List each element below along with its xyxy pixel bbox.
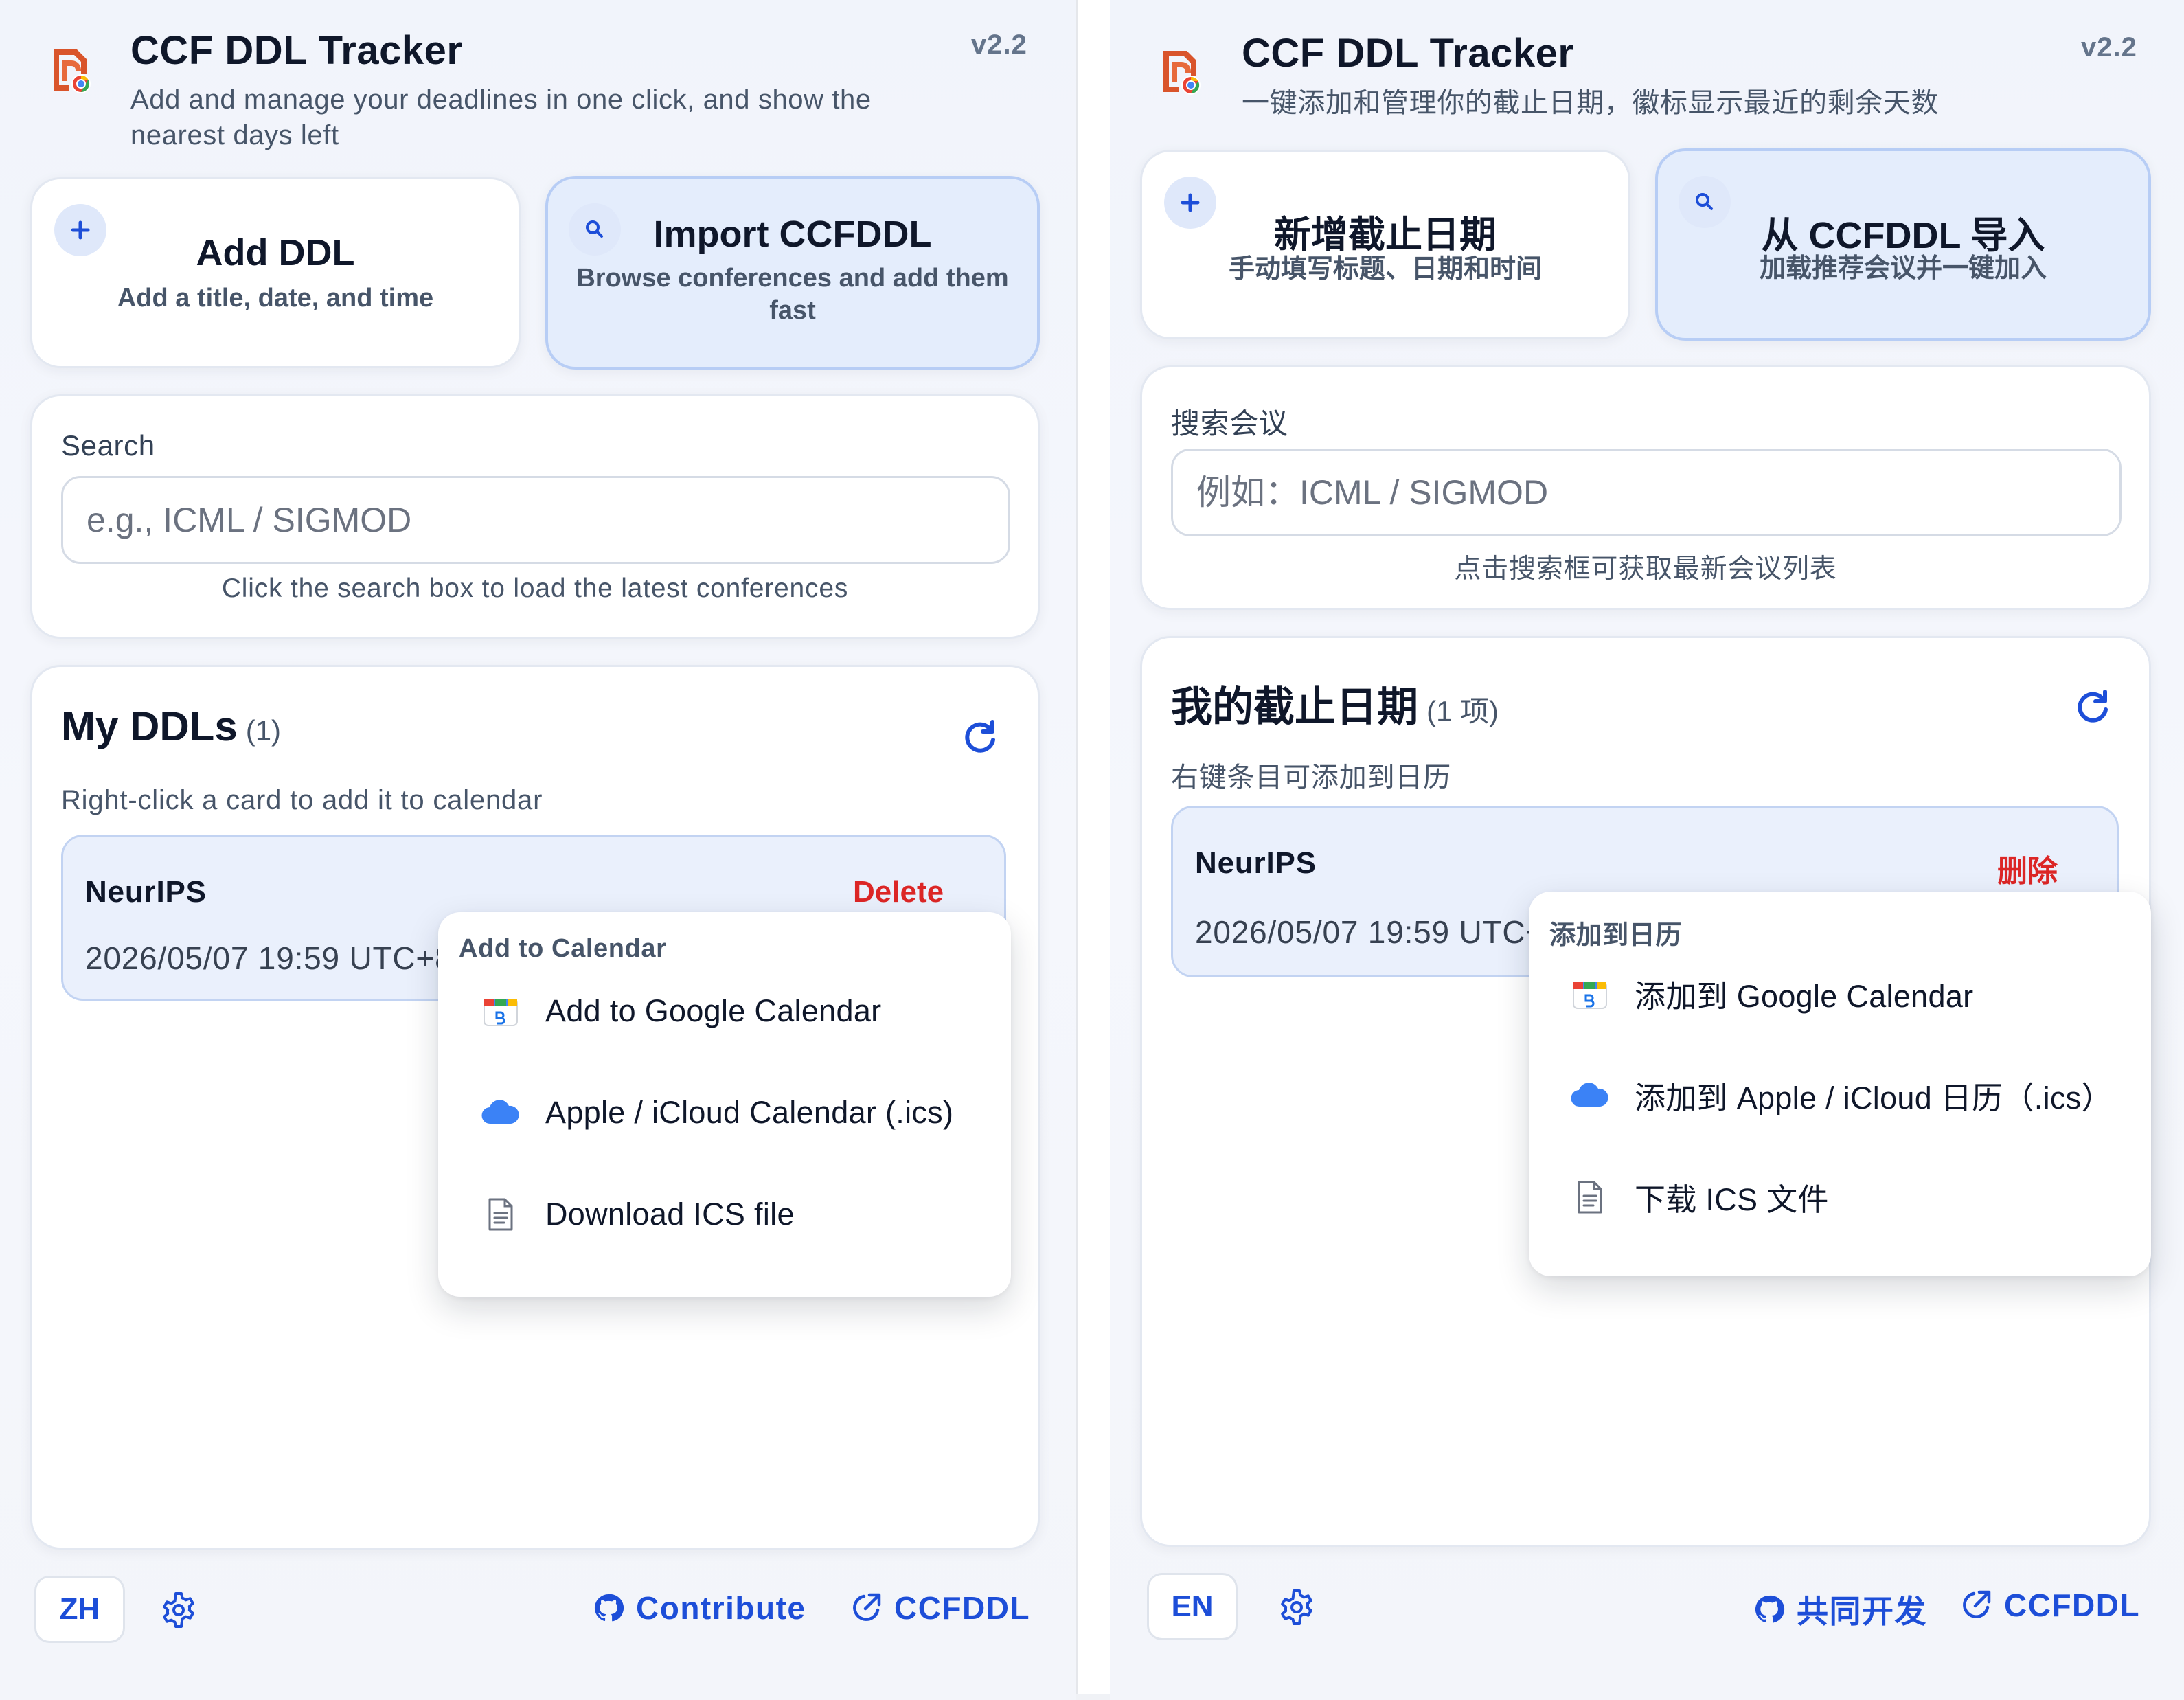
search-label: Search — [61, 429, 155, 462]
gear-icon[interactable] — [1276, 1587, 1317, 1628]
version-label: v2.2 — [971, 30, 1027, 60]
add-ddl-title: Add DDL — [196, 232, 355, 273]
delete-button[interactable]: Delete — [853, 875, 944, 909]
add-ddl-button[interactable]: Add DDL Add a title, date, and time — [30, 177, 521, 368]
icloud-calendar-label: Apple / iCloud Calendar (.ics) — [545, 1095, 954, 1130]
ddl-date: 2026/05/07 19:59 UTC+8 — [1195, 914, 1563, 950]
app-logo-icon — [1163, 51, 1201, 95]
github-icon — [1755, 1595, 1785, 1623]
ddl-list-hint: Right-click a card to add it to calendar — [61, 785, 543, 815]
search-hint: Click the search box to load the latest … — [221, 574, 849, 603]
icloud-icon — [479, 1093, 522, 1132]
external-link-icon — [1963, 1590, 1991, 1618]
ddl-name: NeurIPS — [85, 875, 207, 909]
ccfddl-label: CCFDDL — [894, 1590, 1031, 1626]
icloud-icon — [1569, 1076, 1611, 1115]
add-ddl-desc: Add a title, date, and time — [117, 284, 434, 313]
gear-icon[interactable] — [158, 1589, 199, 1631]
google-calendar-label: Add to Google Calendar — [545, 993, 882, 1028]
contribute-label: 共同开发 — [1797, 1594, 1927, 1629]
contribute-label: Contribute — [636, 1590, 806, 1626]
language-toggle-button[interactable]: EN — [1147, 1573, 1238, 1640]
ccfddl-label: CCFDDL — [2004, 1587, 2141, 1623]
calendar-context-menu: Add to Calendar Add to Google Calendar A… — [438, 912, 1011, 1297]
download-ics-file[interactable]: Download ICS file — [479, 1195, 795, 1234]
import-ccfddl-button[interactable]: 从 CCFDDL 导入 加载推荐会议并一键加入 — [1655, 148, 2151, 341]
ddl-list-hint: 右键条目可添加到日历 — [1171, 762, 1451, 793]
google-calendar-icon — [479, 992, 522, 1030]
ddl-list-title: My DDLs (1) — [61, 703, 282, 749]
github-icon — [594, 1594, 624, 1622]
app-title: CCF DDL Tracker — [130, 28, 463, 73]
ddl-list-title: 我的截止日期 (1 项) — [1171, 684, 1499, 730]
ccfddl-link[interactable]: CCFDDL — [1959, 1587, 2140, 1624]
panel-divider — [1076, 0, 1110, 1700]
app-logo-icon — [54, 49, 91, 93]
refresh-icon[interactable] — [2072, 686, 2113, 727]
import-ccfddl-desc: 加载推荐会议并一键加入 — [1759, 254, 2047, 283]
import-ccfddl-button[interactable]: Import CCFDDL Browse conferences and add… — [545, 176, 1040, 370]
search-input-box[interactable] — [61, 476, 1010, 564]
search-label: 搜索会议 — [1171, 407, 1288, 440]
add-to-google-calendar[interactable]: 添加到 Google Calendar — [1569, 971, 1973, 1016]
ccfddl-link[interactable]: CCFDDL — [849, 1589, 1030, 1627]
import-ccfddl-desc: Browse conferences and add them fast — [576, 264, 1009, 325]
search-input[interactable] — [1196, 473, 2119, 512]
ddl-count: (1) — [245, 714, 282, 747]
language-toggle-button[interactable]: ZH — [34, 1576, 125, 1643]
search-input[interactable] — [87, 500, 1008, 540]
google-calendar-label: 添加到 Google Calendar — [1635, 979, 1974, 1014]
version-label: v2.2 — [2081, 32, 2137, 63]
add-ddl-desc: 手动填写标题、日期和时间 — [1228, 255, 1542, 284]
context-menu-header: 添加到日历 — [1549, 921, 1683, 950]
search-card: 搜索会议 点击搜索框可获取最新会议列表 — [1140, 365, 2151, 610]
document-icon — [1569, 1178, 1611, 1216]
import-ccfddl-title: Import CCFDDL — [653, 214, 932, 255]
add-to-apple-icloud-calendar[interactable]: Apple / iCloud Calendar (.ics) — [479, 1093, 953, 1132]
download-ics-label: Download ICS file — [545, 1197, 795, 1232]
refresh-icon[interactable] — [959, 716, 1001, 758]
context-menu-header: Add to Calendar — [459, 934, 667, 963]
icloud-calendar-label: 添加到 Apple / iCloud 日历（.ics） — [1635, 1080, 2113, 1115]
add-ddl-button[interactable]: 新增截止日期 手动填写标题、日期和时间 — [1140, 150, 1630, 339]
search-hint: 点击搜索框可获取最新会议列表 — [1454, 554, 1837, 584]
calendar-context-menu: 添加到日历 添加到 Google Calendar 添加到 Apple / iC… — [1529, 892, 2151, 1276]
ddl-date: 2026/05/07 19:59 UTC+8 — [85, 940, 453, 976]
delete-button[interactable]: 删除 — [1997, 846, 2058, 890]
contribute-link[interactable]: Contribute — [592, 1589, 806, 1627]
ddl-count: (1 项) — [1426, 695, 1499, 727]
ddl-name: NeurIPS — [1195, 846, 1317, 880]
app-subtitle: 一键添加和管理你的截止日期，徽标显示最近的剩余天数 — [1242, 88, 1939, 118]
add-to-google-calendar[interactable]: Add to Google Calendar — [479, 992, 881, 1030]
import-ccfddl-title: 从 CCFDDL 导入 — [1761, 215, 2045, 256]
search-card: Search Click the search box to load the … — [30, 394, 1040, 639]
extension-popup-english: CCF DDL Tracker Add and manage your dead… — [0, 0, 1076, 1700]
document-icon — [479, 1195, 522, 1234]
extension-popup-chinese: CCF DDL Tracker 一键添加和管理你的截止日期，徽标显示最近的剩余天… — [1110, 0, 2184, 1700]
contribute-link[interactable]: 共同开发 — [1753, 1587, 1927, 1632]
app-title: CCF DDL Tracker — [1242, 31, 1574, 76]
app-subtitle: Add and manage your deadlines in one cli… — [130, 84, 872, 150]
add-ddl-title: 新增截止日期 — [1274, 214, 1497, 256]
google-calendar-icon — [1569, 975, 1611, 1013]
download-ics-file[interactable]: 下载 ICS 文件 — [1569, 1175, 1829, 1219]
search-input-box[interactable] — [1171, 449, 2122, 536]
external-link-icon — [853, 1593, 881, 1621]
add-to-apple-icloud-calendar[interactable]: 添加到 Apple / iCloud 日历（.ics） — [1569, 1073, 2113, 1118]
download-ics-label: 下载 ICS 文件 — [1635, 1182, 1829, 1217]
